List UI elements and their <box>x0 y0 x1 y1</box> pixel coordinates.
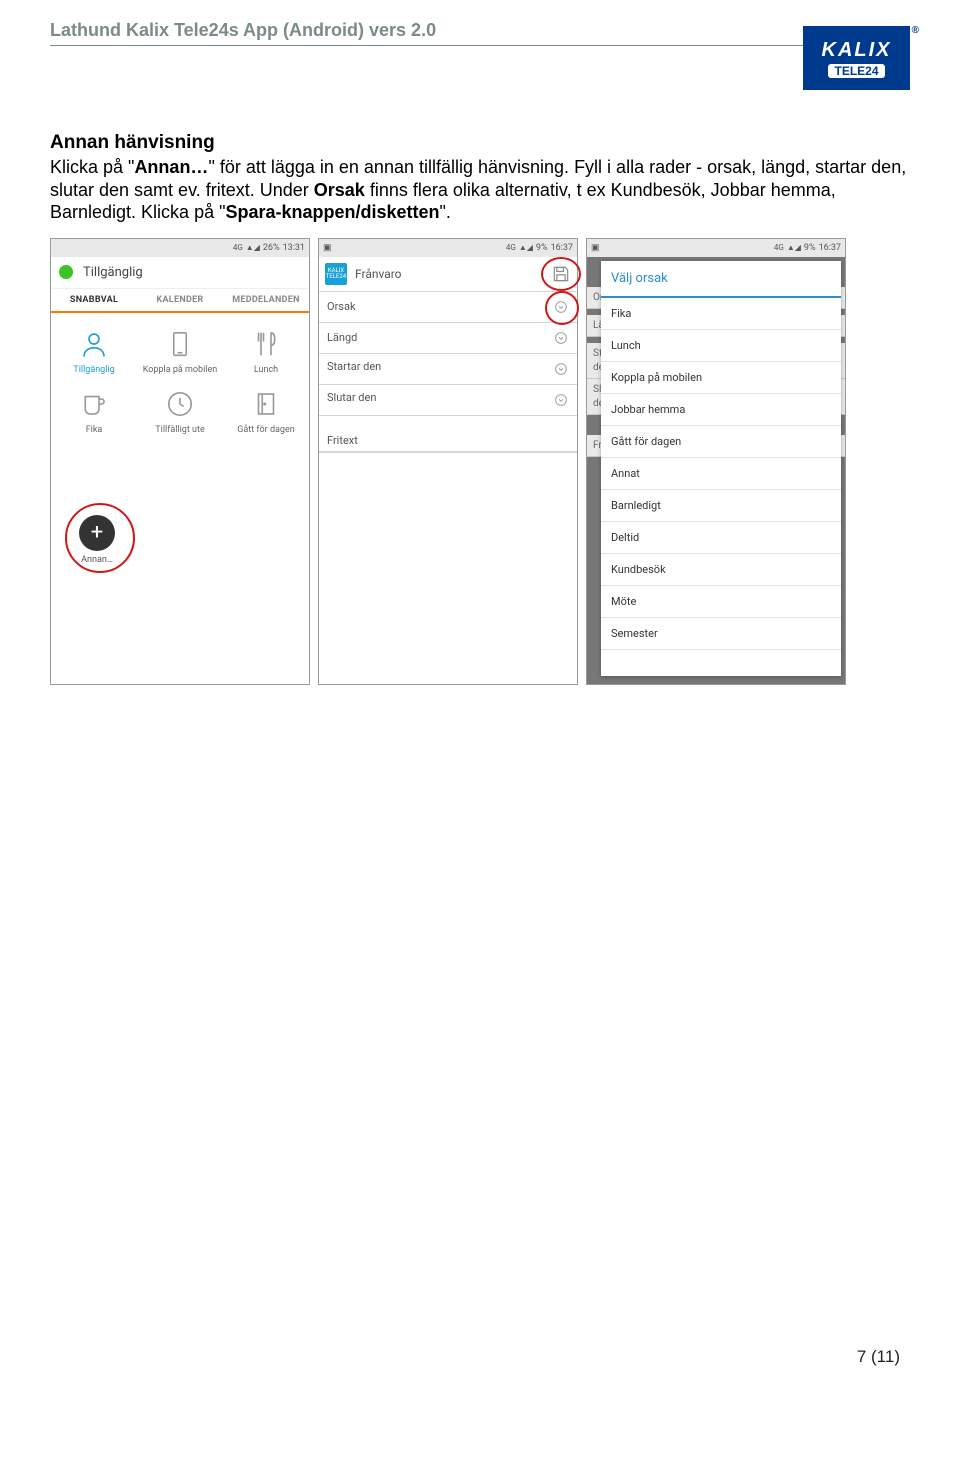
quick-gatt-for-dagen[interactable]: Gått för dagen <box>223 381 309 441</box>
screenshot-2: ▣ 4G ▲◢ 9% 16:37 KALIXTELE24 Frånvaro Or… <box>318 238 578 685</box>
body-bold-orsak: Orsak <box>314 180 365 200</box>
person-icon <box>77 327 111 361</box>
orsak-option[interactable]: Annat <box>601 458 841 490</box>
status-dot-icon <box>59 265 73 279</box>
row-orsak[interactable]: Orsak <box>319 292 577 323</box>
chevron-down-icon <box>553 361 569 377</box>
quick-label: Koppla på mobilen <box>143 365 217 375</box>
body-bold-spara: Spara-knappen/disketten <box>225 202 439 222</box>
row-label: Längd <box>327 331 553 344</box>
chevron-down-icon <box>553 392 569 408</box>
header-rule <box>50 45 910 46</box>
quick-label: Lunch <box>254 365 278 375</box>
row-startar[interactable]: Startar den <box>319 354 577 385</box>
net-icon: 4G <box>774 243 784 252</box>
quick-label: Tillgänglig <box>73 365 114 375</box>
row-slutar[interactable]: Slutar den <box>319 385 577 416</box>
doc-header-title: Lathund Kalix Tele24s App (Android) vers… <box>50 20 910 41</box>
page-number: 7 (11) <box>857 1347 900 1367</box>
orsak-option[interactable]: Koppla på mobilen <box>601 362 841 394</box>
orsak-option[interactable]: Möte <box>601 586 841 618</box>
tab-bar: SNABBVAL KALENDER MEDDELANDEN <box>51 289 309 313</box>
tab-kalender[interactable]: KALENDER <box>137 289 223 313</box>
row-langd[interactable]: Längd <box>319 323 577 354</box>
tab-meddelanden[interactable]: MEDDELANDEN <box>223 289 309 313</box>
signal-icon: ▲◢ <box>246 243 260 252</box>
clock-icon <box>163 387 197 421</box>
quick-label: Fika <box>86 425 103 435</box>
statusbar-left-icon: ▣ <box>591 243 600 253</box>
net-icon: 4G <box>506 243 516 252</box>
quick-label: Gått för dagen <box>237 425 294 435</box>
cutlery-icon <box>249 327 283 361</box>
body-t1: Klicka på " <box>50 157 134 177</box>
quick-lunch[interactable]: Lunch <box>223 321 309 381</box>
fritext-input[interactable] <box>319 452 577 543</box>
orsak-option[interactable]: Gått för dagen <box>601 426 841 458</box>
android-statusbar: ▣ 4G ▲◢ 9% 16:37 <box>587 239 845 257</box>
battery-pct: 9% <box>804 243 816 253</box>
annotation-circle-orsak <box>545 291 579 325</box>
orsak-option[interactable]: Lunch <box>601 330 841 362</box>
orsak-option[interactable]: Fika <box>601 298 841 330</box>
quick-fika[interactable]: Fika <box>51 381 137 441</box>
orsak-dialog: Välj orsak Fika Lunch Koppla på mobilen … <box>601 261 841 676</box>
body-bold-annan: Annan… <box>134 157 208 177</box>
cup-icon <box>77 387 111 421</box>
row-label: Startar den <box>327 361 553 374</box>
clock: 13:31 <box>283 243 305 253</box>
statusbar-left-icon: ▣ <box>323 243 332 253</box>
logo-registered: ® <box>912 25 919 36</box>
clock: 16:37 <box>819 243 841 253</box>
mobile-icon <box>163 327 197 361</box>
android-statusbar: ▣ 4G ▲◢ 9% 16:37 <box>319 239 577 257</box>
annotation-circle-save <box>541 257 581 291</box>
signal-icon: ▲◢ <box>519 243 533 252</box>
signal-icon: ▲◢ <box>787 243 801 252</box>
fritext-label: Fritext <box>319 416 577 452</box>
screenshot-3: ▣ 4G ▲◢ 9% 16:37 Or Lä St de Sl de Fr Vä… <box>586 238 846 685</box>
battery-pct: 26% <box>263 243 280 253</box>
screenshot-1: 4G ▲◢ 26% 13:31 Tillgänglig SNABBVAL KAL… <box>50 238 310 685</box>
orsak-option[interactable]: Deltid <box>601 522 841 554</box>
dialog-title: Välj orsak <box>601 261 841 298</box>
quick-tillfalligt-ute[interactable]: Tillfälligt ute <box>137 381 223 441</box>
quick-label: Tillfälligt ute <box>155 425 204 435</box>
section-body: Klicka på "Annan…" för att lägga in en a… <box>50 156 910 224</box>
logo-line1: KALIX <box>822 39 892 62</box>
row-label: Slutar den <box>327 392 553 405</box>
tab-snabbval[interactable]: SNABBVAL <box>51 289 137 311</box>
row-label: Orsak <box>327 300 553 313</box>
clock: 16:37 <box>551 243 573 253</box>
quick-koppla-mobilen[interactable]: Koppla på mobilen <box>137 321 223 381</box>
section-heading: Annan hänvisning <box>50 132 910 154</box>
annotation-circle-annan <box>65 503 135 573</box>
quick-tillganglig[interactable]: Tillgänglig <box>51 321 137 381</box>
availability-row[interactable]: Tillgänglig <box>51 257 309 289</box>
orsak-option[interactable]: Barnledigt <box>601 490 841 522</box>
logo-line2: TELE24 <box>828 64 884 78</box>
screen2-titlebar: KALIXTELE24 Frånvaro <box>319 257 577 292</box>
android-statusbar: 4G ▲◢ 26% 13:31 <box>51 239 309 257</box>
app-icon: KALIXTELE24 <box>325 263 347 285</box>
orsak-option[interactable]: Kundbesök <box>601 554 841 586</box>
net-icon: 4G <box>233 243 243 252</box>
orsak-option[interactable]: Semester <box>601 618 841 650</box>
status-label: Tillgänglig <box>83 265 143 280</box>
door-icon <box>249 387 283 421</box>
kalix-logo: KALIX TELE24 ® <box>803 26 910 90</box>
screen2-title: Frånvaro <box>355 267 551 281</box>
body-t4: ". <box>440 202 451 222</box>
battery-pct: 9% <box>536 243 548 253</box>
chevron-down-icon <box>553 330 569 346</box>
orsak-option[interactable]: Jobbar hemma <box>601 394 841 426</box>
